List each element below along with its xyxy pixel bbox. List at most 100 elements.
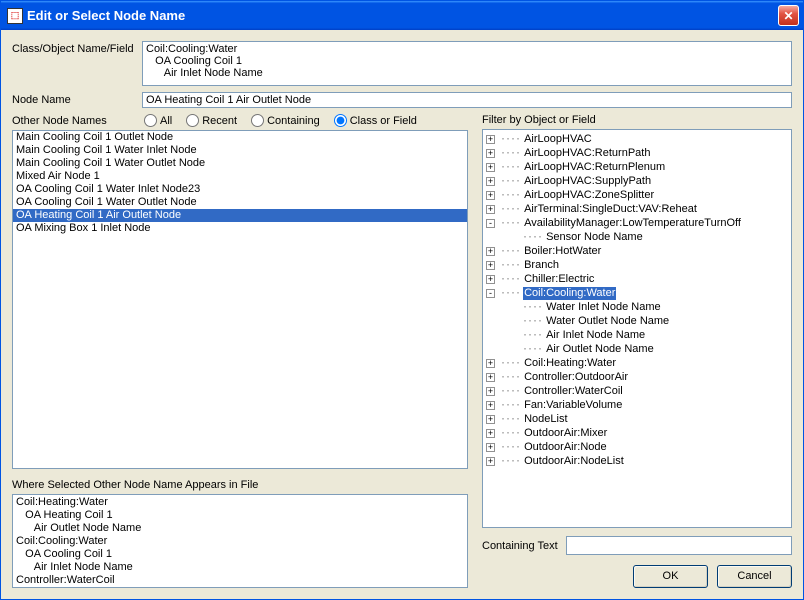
node-list-item[interactable]: OA Cooling Coil 1 Water Inlet Node23 [13, 183, 467, 196]
expand-icon[interactable]: + [486, 149, 495, 158]
tree-node-label[interactable]: Coil:Cooling:Water [523, 287, 616, 300]
expand-icon[interactable]: + [486, 359, 495, 368]
tree-node-label[interactable]: Chiller:Electric [523, 273, 595, 286]
close-button[interactable]: ✕ [778, 5, 799, 26]
tree-node-label[interactable]: OutdoorAir:Node [523, 441, 608, 454]
node-list-item[interactable]: OA Mixing Box 1 Inlet Node [13, 222, 467, 235]
appears-line: Coil:Cooling:Water [13, 535, 467, 548]
tree-node-label[interactable]: AirLoopHVAC [523, 133, 593, 146]
expand-icon[interactable]: + [486, 415, 495, 424]
tree-node-label[interactable]: Water Outlet Node Name [545, 315, 670, 328]
titlebar[interactable]: ⬚ Edit or Select Node Name ✕ [1, 1, 803, 30]
tree-spacer [508, 303, 517, 312]
tree-row[interactable]: ····Water Inlet Node Name [483, 300, 791, 314]
tree-row[interactable]: +····OutdoorAir:Node [483, 440, 791, 454]
expand-icon[interactable]: + [486, 163, 495, 172]
tree-node-label[interactable]: Controller:WaterCoil [523, 385, 624, 398]
radio-all[interactable]: All [144, 114, 172, 127]
tree-row[interactable]: ····Air Outlet Node Name [483, 342, 791, 356]
tree-node-label[interactable]: OutdoorAir:NodeList [523, 455, 625, 468]
node-list-item[interactable]: OA Cooling Coil 1 Water Outlet Node [13, 196, 467, 209]
other-names-label: Other Node Names [12, 115, 140, 127]
tree-row[interactable]: +····AirLoopHVAC [483, 132, 791, 146]
tree-node-label[interactable]: AirLoopHVAC:ZoneSplitter [523, 189, 655, 202]
tree-node-label[interactable]: NodeList [523, 413, 568, 426]
expand-icon[interactable]: + [486, 191, 495, 200]
tree-row[interactable]: -····AvailabilityManager:LowTemperatureT… [483, 216, 791, 230]
tree-row[interactable]: +····Boiler:HotWater [483, 244, 791, 258]
containing-text-input[interactable] [566, 536, 792, 555]
node-list[interactable]: Main Cooling Coil 1 Outlet NodeMain Cool… [12, 130, 468, 469]
collapse-icon[interactable]: - [486, 289, 495, 298]
expand-icon[interactable]: + [486, 247, 495, 256]
tree-row[interactable]: -····Coil:Cooling:Water [483, 286, 791, 300]
node-name-input[interactable] [146, 94, 788, 106]
radio-class-field[interactable]: Class or Field [334, 114, 417, 127]
tree-row[interactable]: +····AirLoopHVAC:ReturnPlenum [483, 160, 791, 174]
tree-row[interactable]: +····Controller:OutdoorAir [483, 370, 791, 384]
class-field-line1: Coil:Cooling:Water [146, 43, 788, 55]
tree-row[interactable]: +····Branch [483, 258, 791, 272]
tree-row[interactable]: +····AirLoopHVAC:SupplyPath [483, 174, 791, 188]
tree-row[interactable]: +····OutdoorAir:Mixer [483, 426, 791, 440]
tree-row[interactable]: +····AirTerminal:SingleDuct:VAV:Reheat [483, 202, 791, 216]
node-list-item[interactable]: Mixed Air Node 1 [13, 170, 467, 183]
expand-icon[interactable]: + [486, 205, 495, 214]
expand-icon[interactable]: + [486, 429, 495, 438]
expand-icon[interactable]: + [486, 275, 495, 284]
tree-node-label[interactable]: AirLoopHVAC:ReturnPath [523, 147, 651, 160]
tree-node-label[interactable]: Branch [523, 259, 560, 272]
tree-row[interactable]: +····Controller:WaterCoil [483, 384, 791, 398]
tree-row[interactable]: +····AirLoopHVAC:ZoneSplitter [483, 188, 791, 202]
expand-icon[interactable]: + [486, 443, 495, 452]
tree-row[interactable]: ····Water Outlet Node Name [483, 314, 791, 328]
tree-row[interactable]: +····OutdoorAir:NodeList [483, 454, 791, 468]
radio-recent[interactable]: Recent [186, 114, 237, 127]
class-field-display: Coil:Cooling:Water OA Cooling Coil 1 Air… [142, 41, 792, 86]
appears-list[interactable]: Coil:Heating:Water OA Heating Coil 1 Air… [12, 494, 468, 588]
appears-line: Coil:Heating:Water [13, 496, 467, 509]
tree-node-label[interactable]: Sensor Node Name [545, 231, 644, 244]
tree-row[interactable]: ····Sensor Node Name [483, 230, 791, 244]
node-list-item[interactable]: Main Cooling Coil 1 Water Inlet Node [13, 144, 467, 157]
tree-row[interactable]: +····AirLoopHVAC:ReturnPath [483, 146, 791, 160]
tree-row[interactable]: +····Coil:Heating:Water [483, 356, 791, 370]
tree-node-label[interactable]: Controller:OutdoorAir [523, 371, 629, 384]
expand-icon[interactable]: + [486, 135, 495, 144]
tree-node-label[interactable]: AvailabilityManager:LowTemperatureTurnOf… [523, 217, 742, 230]
tree-node-label[interactable]: Water Inlet Node Name [545, 301, 662, 314]
appears-line: OA Cooling Coil 1 [13, 548, 467, 561]
tree-node-label[interactable]: Coil:Heating:Water [523, 357, 617, 370]
tree-node-label[interactable]: Fan:VariableVolume [523, 399, 623, 412]
collapse-icon[interactable]: - [486, 219, 495, 228]
tree-row[interactable]: +····NodeList [483, 412, 791, 426]
expand-icon[interactable]: + [486, 373, 495, 382]
tree-node-label[interactable]: OutdoorAir:Mixer [523, 427, 608, 440]
tree-node-label[interactable]: Air Inlet Node Name [545, 329, 646, 342]
node-name-label: Node Name [12, 92, 140, 106]
expand-icon[interactable]: + [486, 401, 495, 410]
expand-icon[interactable]: + [486, 387, 495, 396]
appears-in-label: Where Selected Other Node Name Appears i… [12, 479, 468, 491]
class-field-line3: Air Inlet Node Name [146, 67, 788, 79]
ok-button[interactable]: OK [633, 565, 708, 588]
tree-node-label[interactable]: Air Outlet Node Name [545, 343, 655, 356]
tree-row[interactable]: +····Fan:VariableVolume [483, 398, 791, 412]
tree-node-label[interactable]: AirTerminal:SingleDuct:VAV:Reheat [523, 203, 698, 216]
expand-icon[interactable]: + [486, 457, 495, 466]
node-list-item[interactable]: Main Cooling Coil 1 Outlet Node [13, 131, 467, 144]
expand-icon[interactable]: + [486, 177, 495, 186]
cancel-button[interactable]: Cancel [717, 565, 792, 588]
tree-row[interactable]: +····Chiller:Electric [483, 272, 791, 286]
tree-node-label[interactable]: Boiler:HotWater [523, 245, 602, 258]
tree-node-label[interactable]: AirLoopHVAC:SupplyPath [523, 175, 652, 188]
tree-row[interactable]: ····Air Inlet Node Name [483, 328, 791, 342]
filter-by-label: Filter by Object or Field [482, 114, 792, 126]
node-list-item[interactable]: Main Cooling Coil 1 Water Outlet Node [13, 157, 467, 170]
expand-icon[interactable]: + [486, 261, 495, 270]
tree-node-label[interactable]: AirLoopHVAC:ReturnPlenum [523, 161, 666, 174]
radio-containing[interactable]: Containing [251, 114, 320, 127]
filter-tree[interactable]: +····AirLoopHVAC+····AirLoopHVAC:ReturnP… [482, 129, 792, 528]
node-list-item[interactable]: OA Heating Coil 1 Air Outlet Node [13, 209, 467, 222]
tree-spacer [508, 345, 517, 354]
